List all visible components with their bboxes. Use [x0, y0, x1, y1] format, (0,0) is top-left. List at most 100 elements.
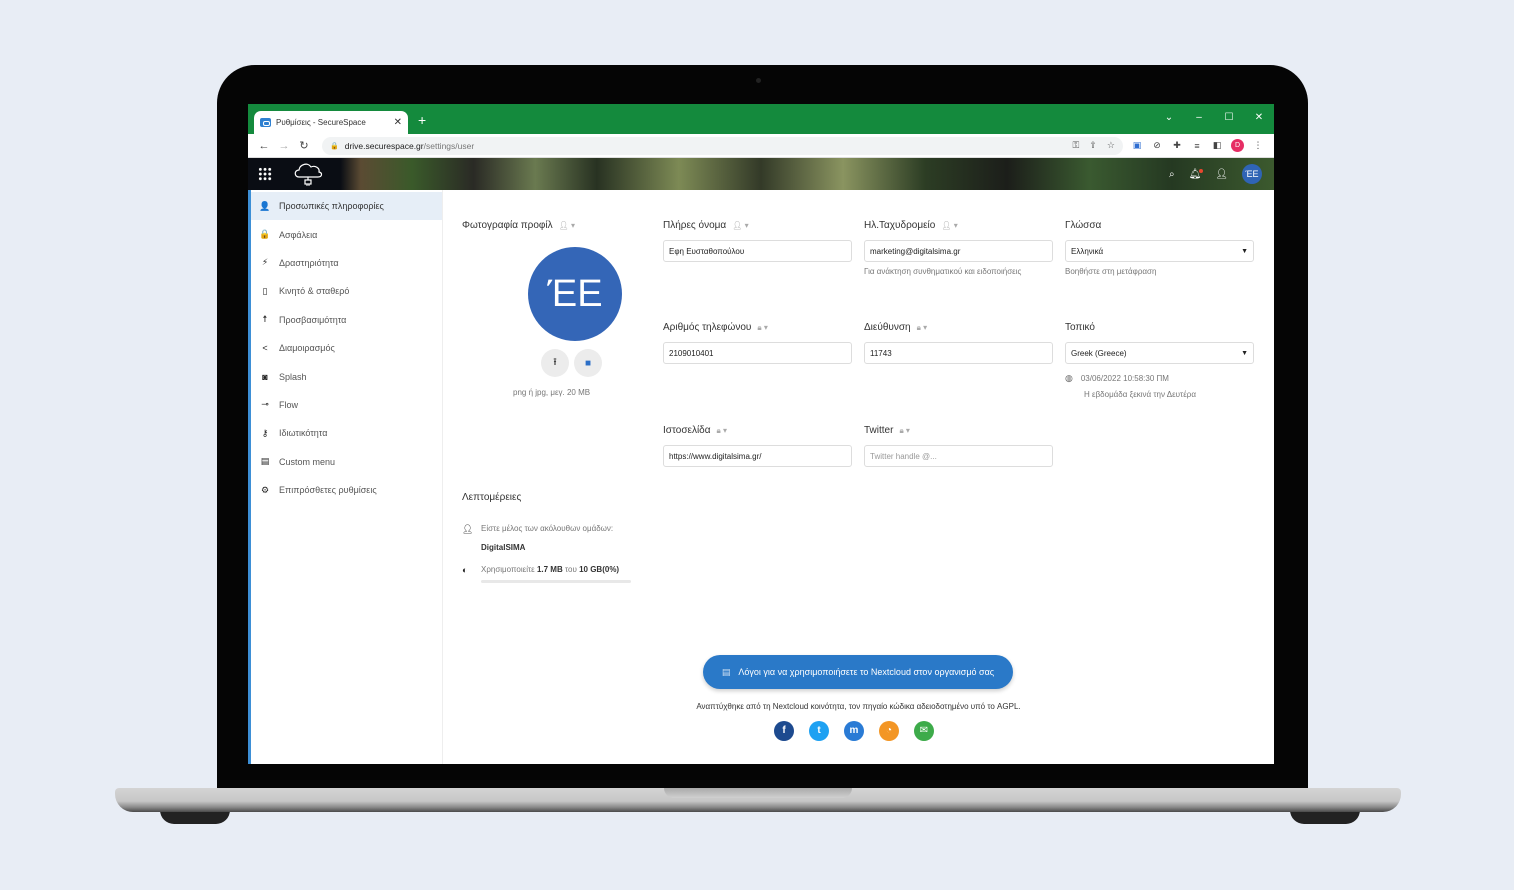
sidebar-item-sharing[interactable]: < Διαμοιρασμός	[251, 334, 442, 362]
group-name: DigitalSIMA	[481, 543, 526, 552]
help-translate-link[interactable]: Βοηθήστε στη μετάφραση	[1065, 267, 1254, 276]
sidebar-item-activity[interactable]: ⚡ Δραστηριότητα	[251, 249, 442, 277]
sidebar-item-accessibility[interactable]: ☨ Προσβασιμότητα	[251, 306, 442, 334]
locale-time: 03/06/2022 10:58:30 ΠΜ	[1080, 374, 1169, 383]
laptop-camera	[756, 78, 761, 83]
facebook-icon[interactable]: f	[774, 721, 794, 741]
email-label: Ηλ.Ταχυδρομείο	[864, 220, 936, 231]
details-section: Λεπτομέρειες 👤︎ Είστε μέλος των ακόλουθω…	[462, 492, 652, 583]
address-bar-row: ← → ↻ 🔒 drive.securespace.gr/settings/us…	[248, 134, 1274, 158]
header-actions: ⌕ 🔔︎ 👤︎ ΈΕ	[1169, 164, 1262, 184]
tab-close-icon[interactable]: ✕	[394, 117, 402, 128]
email-hint: Για ανάκτηση συνθηματικού και ειδοποιήσε…	[864, 267, 1022, 276]
privacy-lock-dropdown-icon[interactable]: 🔒︎ ▾	[717, 426, 728, 436]
bookmark-star-icon[interactable]: ☆	[1107, 140, 1115, 151]
notifications-bell-icon[interactable]: 🔔︎	[1189, 168, 1203, 180]
locale-select[interactable]: Greek (Greece) ▼	[1065, 342, 1254, 364]
sidebar-item-label: Κινητό & σταθερό	[279, 286, 350, 297]
sidebar-item-additional-settings[interactable]: ⚙ Επιπρόσθετες ρυθμίσεις	[251, 476, 442, 504]
privacy-lock-dropdown-icon[interactable]: 🔒︎ ▾	[917, 323, 928, 333]
forward-icon[interactable]: →	[274, 140, 294, 152]
nextcloud-header: ⌕ 🔔︎ 👤︎ ΈΕ	[248, 158, 1274, 190]
share-icon[interactable]: ⇪	[1089, 140, 1097, 151]
sidebar-item-flow[interactable]: ⊸ Flow	[251, 391, 442, 419]
side-panel-icon[interactable]: ◧	[1207, 140, 1227, 151]
cloud-logo-icon[interactable]	[292, 161, 324, 187]
address-field: Διεύθυνση 🔒︎ ▾ 11743	[864, 322, 1053, 364]
contacts-icon[interactable]: 👤︎	[1215, 169, 1228, 180]
sidebar-item-security[interactable]: 🔒 Ασφάλεια	[251, 220, 442, 248]
sidebar-item-mobile-desktop[interactable]: ▯ Κινητό & σταθερό	[251, 277, 442, 305]
privacy-contacts-dropdown-icon[interactable]: 👤︎ ▾	[732, 221, 748, 230]
phone-input[interactable]: 2109010401	[663, 342, 852, 364]
twitter-icon[interactable]: t	[809, 721, 829, 741]
media-control-icon[interactable]: ≡	[1187, 141, 1207, 151]
sidebar-item-label: Ασφάλεια	[279, 229, 318, 240]
sidebar-item-label: Flow	[279, 399, 299, 410]
twitter-field: Twitter 🔒︎ ▾ Twitter handle @...	[864, 425, 1053, 467]
profile-avatar: ΈΕ	[528, 247, 622, 341]
privacy-contacts-dropdown-icon[interactable]: 👤︎ ▾	[559, 221, 575, 230]
language-select[interactable]: Ελληνικά ▼	[1065, 240, 1254, 262]
folder-icon: ■	[584, 357, 592, 369]
rss-icon[interactable]: ◔	[879, 721, 899, 741]
full-name-input[interactable]: Εφη Ευσταθοπούλου	[663, 240, 852, 262]
address-label: Διεύθυνση	[864, 322, 911, 333]
email-icon[interactable]: ✉	[914, 721, 934, 741]
back-icon[interactable]: ←	[254, 140, 274, 152]
laptop-foot-left	[160, 810, 230, 824]
upload-icon: ⭱	[553, 356, 557, 368]
laptop-foot-right	[1290, 810, 1360, 824]
tab-search-icon[interactable]: ⌄	[1154, 112, 1184, 123]
quota-of: του	[564, 565, 577, 574]
full-name-label: Πλήρες όνομα	[663, 220, 727, 231]
nextcloud-reasons-button[interactable]: ▤ Λόγοι για να χρησιμοποιήσετε το Nextcl…	[703, 655, 1013, 689]
extension-icon[interactable]: ▣	[1127, 140, 1147, 151]
chevron-down-icon: ▼	[1241, 247, 1248, 255]
sidebar-item-label: Δραστηριότητα	[279, 257, 339, 268]
share-icon: <	[262, 343, 268, 354]
sidebar-item-label: Splash	[279, 371, 307, 382]
cta-label: Λόγοι για να χρησιμοποιήσετε το Nextclou…	[738, 667, 995, 677]
privacy-lock-dropdown-icon[interactable]: 🔒︎ ▾	[899, 426, 910, 436]
twitter-input[interactable]: Twitter handle @...	[864, 445, 1053, 467]
accessibility-icon: ☨	[262, 314, 268, 325]
browser-menu-icon[interactable]: ⋮	[1248, 140, 1268, 151]
email-input[interactable]: marketing@digitalsima.gr	[864, 240, 1053, 262]
website-input[interactable]: https://www.digitalsima.gr/	[663, 445, 852, 467]
user-menu-avatar[interactable]: ΈΕ	[1242, 164, 1262, 184]
sidebar-item-privacy[interactable]: ⚷ Ιδιωτικότητα	[251, 419, 442, 447]
settings-app: 👤 Προσωπικές πληροφορίες 🔒 Ασφάλεια ⚡ Δρ…	[248, 190, 1274, 764]
close-window-button[interactable]: ✕	[1244, 112, 1274, 123]
user-icon: 👤︎	[462, 524, 474, 534]
sidebar-item-splash[interactable]: ◙ Splash	[251, 362, 442, 390]
privacy-contacts-dropdown-icon[interactable]: 👤︎ ▾	[941, 221, 957, 230]
quota-progress-bar	[481, 580, 631, 583]
compass-extension-icon[interactable]: ⊘	[1147, 140, 1167, 151]
reload-icon[interactable]: ↻	[294, 139, 314, 152]
choose-from-files-button[interactable]: ■	[574, 349, 602, 377]
upload-avatar-button[interactable]: ⭱	[541, 349, 569, 377]
language-value: Ελληνικά	[1071, 246, 1104, 256]
address-input[interactable]: 11743	[864, 342, 1053, 364]
lock-icon: 🔒	[330, 142, 339, 150]
profile-avatar[interactable]: D	[1231, 139, 1244, 152]
search-icon[interactable]: ⌕	[1169, 169, 1175, 180]
privacy-lock-dropdown-icon[interactable]: 🔒︎ ▾	[757, 323, 768, 333]
quota-row: ◐ Χρησιμοποιείτε 1.7 MB του 10 GB(0%)	[462, 562, 652, 583]
url-input[interactable]: 🔒 drive.securespace.gr/settings/user ⚿ ⇪…	[322, 136, 1123, 155]
sidebar-item-custom-menu[interactable]: ▤ Custom menu	[251, 448, 442, 476]
app-menu-grid-icon[interactable]	[258, 167, 272, 181]
document-icon: ▤	[721, 666, 731, 677]
lock-icon: 🔒	[259, 229, 271, 240]
key-icon[interactable]: ⚿	[1073, 140, 1080, 151]
sidebar-item-personal-info[interactable]: 👤 Προσωπικές πληροφορίες	[251, 192, 442, 221]
url-path: /settings/user	[423, 140, 475, 151]
browser-tab[interactable]: Ρυθμίσεις - SecureSpace ✕	[254, 111, 408, 134]
new-tab-button[interactable]: +	[418, 113, 426, 127]
minimize-button[interactable]: –	[1184, 112, 1214, 123]
mastodon-icon[interactable]: m	[844, 721, 864, 741]
puzzle-extensions-icon[interactable]: ✚	[1167, 140, 1187, 151]
maximize-button[interactable]: ☐	[1214, 112, 1244, 123]
locale-field: Τοπικό Greek (Greece) ▼ ◍ 03/06/2022 10:5…	[1065, 322, 1254, 403]
